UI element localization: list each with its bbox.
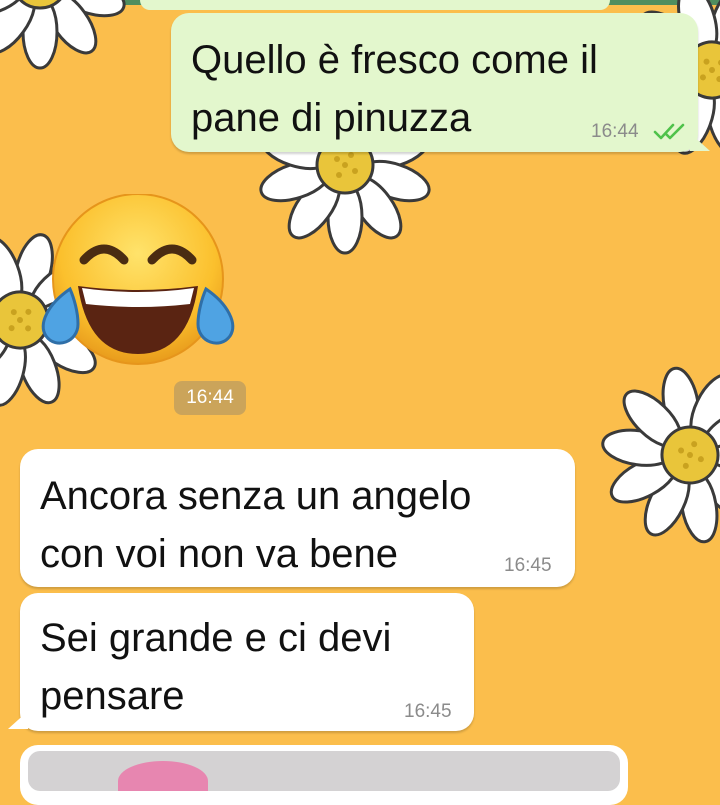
message-text-line: Ancora senza un angelo	[40, 474, 472, 518]
message-text-line: Quello è fresco come il	[191, 38, 598, 82]
message-text-line: Sei grande e ci devi	[40, 616, 392, 660]
message-timestamp: 16:44	[174, 381, 246, 415]
message-text-line: pensare	[40, 674, 185, 718]
message-timestamp: 16:45	[404, 701, 452, 722]
bubble-tail	[8, 711, 28, 729]
bubble-tail	[690, 133, 710, 151]
image-content	[118, 761, 208, 791]
message-text-line: pane di pinuzza	[191, 96, 472, 140]
daisy-decoration	[585, 351, 720, 559]
daisy-decoration	[0, 0, 131, 70]
previous-message-bubble[interactable]	[140, 0, 610, 10]
message-timestamp: 16:45	[504, 555, 552, 576]
outgoing-message-bubble[interactable]: Quello è fresco come il pane di pinuzza …	[171, 13, 698, 152]
incoming-message-bubble[interactable]: Ancora senza un angelo con voi non va be…	[20, 449, 575, 587]
double-check-read-icon	[653, 123, 685, 140]
image-thumbnail[interactable]	[28, 751, 620, 791]
image-message-bubble[interactable]	[20, 745, 628, 805]
message-timestamp: 16:44	[591, 121, 639, 142]
face-with-tears-of-joy-icon[interactable]	[38, 194, 238, 369]
message-text-line: con voi non va bene	[40, 532, 399, 576]
incoming-message-bubble[interactable]: Sei grande e ci devi pensare 16:45	[20, 593, 474, 731]
